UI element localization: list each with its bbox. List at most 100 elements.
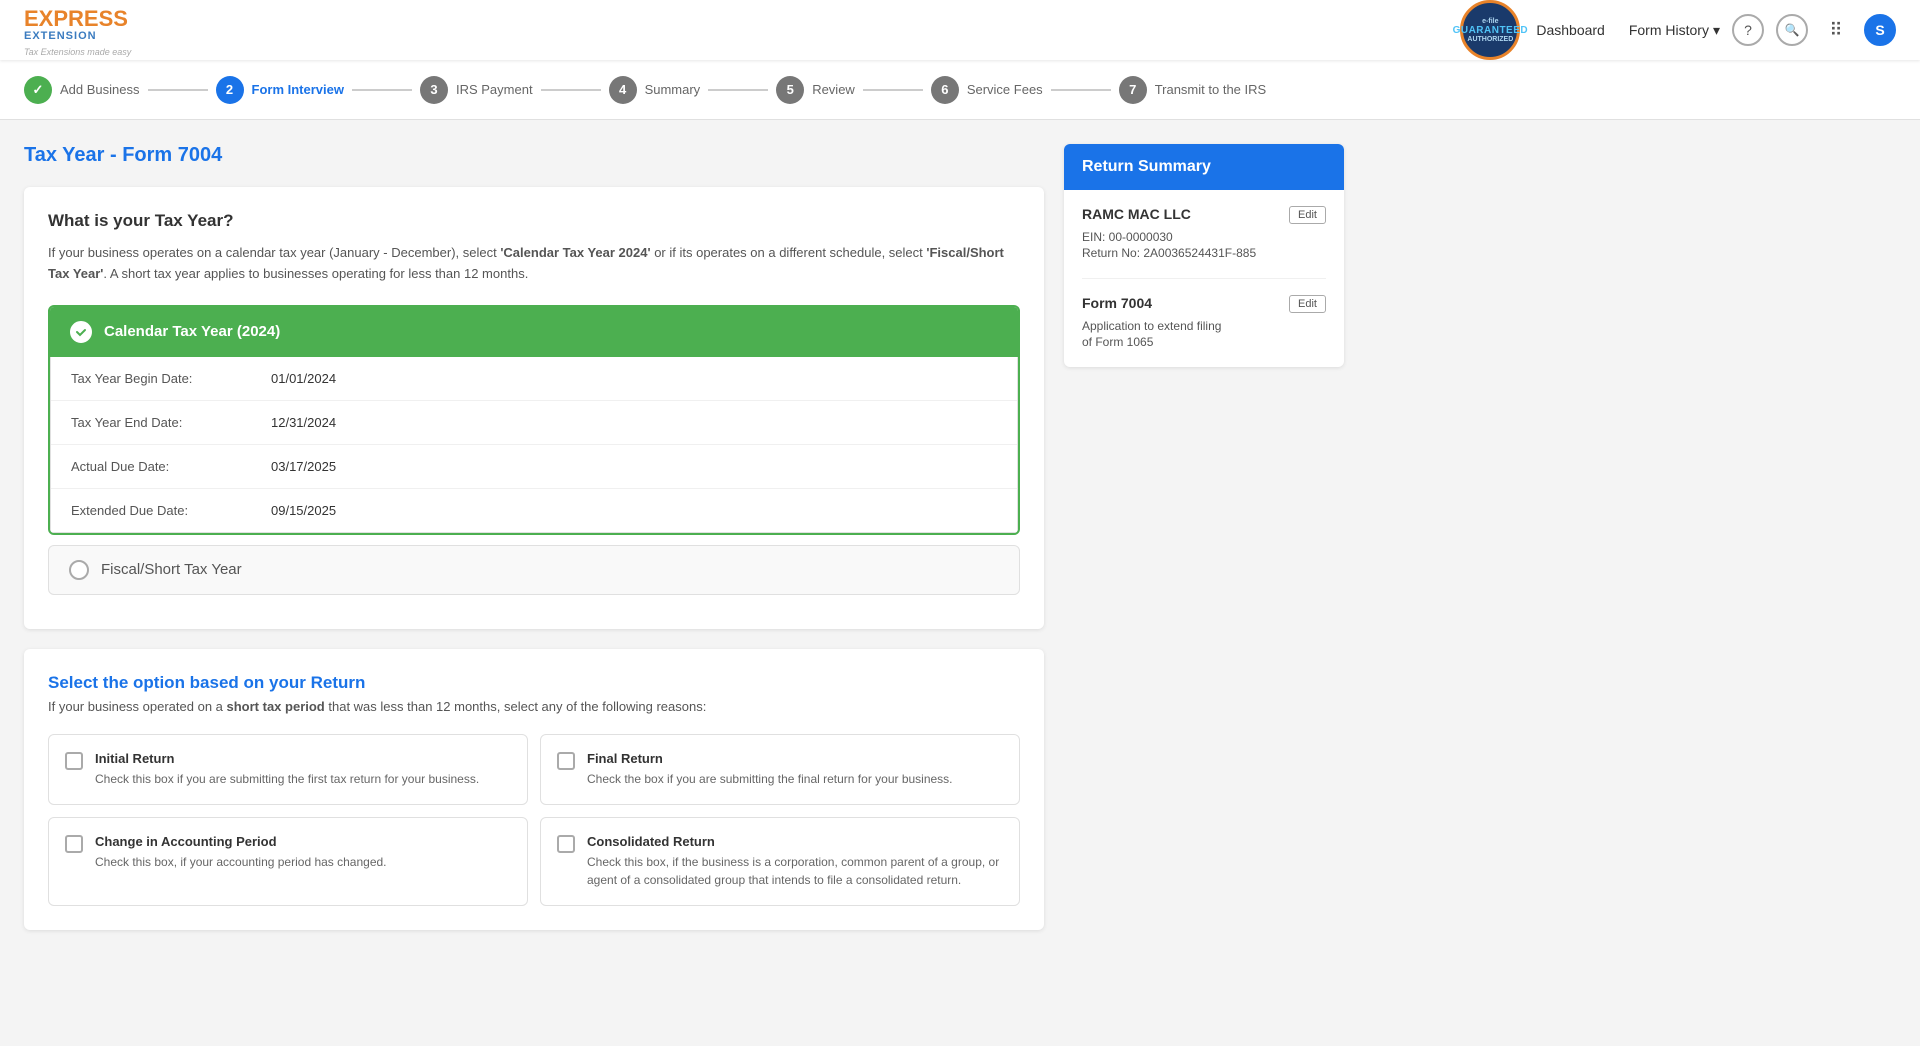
extended-due-date-row: Extended Due Date: 09/15/2025 [51, 489, 1017, 532]
final-return-option[interactable]: Final Return Check the box if you are su… [540, 734, 1020, 805]
step-7[interactable]: 7 Transmit to the IRS [1119, 76, 1267, 104]
content-area: Tax Year - Form 7004 What is your Tax Ye… [24, 144, 1044, 950]
final-return-title: Final Return [587, 751, 953, 766]
return-type-title: Select the option based on your Return [48, 673, 1020, 693]
actual-due-label: Actual Due Date: [71, 459, 271, 474]
sidebar: Return Summary RAMC MAC LLC Edit EIN: 00… [1064, 144, 1344, 950]
step-connector-5 [863, 89, 923, 91]
form-desc1: Application to extend filing [1082, 319, 1326, 333]
step-2[interactable]: 2 Form Interview [216, 76, 344, 104]
tax-year-description: If your business operates on a calendar … [48, 243, 1020, 285]
tax-year-card: What is your Tax Year? If your business … [24, 187, 1044, 629]
step-connector-2 [352, 89, 412, 91]
chevron-down-icon: ▾ [1713, 22, 1720, 39]
return-type-card: Select the option based on your Return I… [24, 649, 1044, 930]
company-edit-button[interactable]: Edit [1289, 206, 1326, 224]
step-connector-6 [1051, 89, 1111, 91]
step-7-circle: 7 [1119, 76, 1147, 104]
form-name: Form 7004 [1082, 295, 1152, 311]
step-2-circle: 2 [216, 76, 244, 104]
step-5-circle: 5 [776, 76, 804, 104]
page-title: Tax Year - Form 7004 [24, 144, 1044, 167]
badge-middle: GUARANTEED [1453, 25, 1529, 36]
checkbox-grid: Initial Return Check this box if you are… [48, 734, 1020, 906]
badge-bottom: AUTHORIZED [1467, 36, 1513, 43]
logo: EXPRESS EXTENSION Tax Extensions made ea… [24, 8, 134, 52]
step-5[interactable]: 5 Review [776, 76, 855, 104]
calendar-tax-year-option[interactable]: Calendar Tax Year (2024) Tax Year Begin … [48, 305, 1020, 535]
help-icon[interactable]: ? [1732, 14, 1764, 46]
fiscal-radio-icon [69, 560, 89, 580]
step-4-circle: 4 [609, 76, 637, 104]
initial-return-desc: Check this box if you are submitting the… [95, 770, 479, 788]
stepper: ✓ Add Business 2 Form Interview 3 IRS Pa… [0, 60, 1920, 120]
form-edit-button[interactable]: Edit [1289, 295, 1326, 313]
form-history-label: Form History [1629, 22, 1709, 38]
consolidated-return-title: Consolidated Return [587, 834, 1003, 849]
company-ein: EIN: 00-0000030 [1082, 230, 1326, 244]
header: EXPRESS EXTENSION Tax Extensions made ea… [0, 0, 1920, 60]
calendar-option-header[interactable]: Calendar Tax Year (2024) [50, 307, 1018, 357]
begin-date-label: Tax Year Begin Date: [71, 371, 271, 386]
step-6-label: Service Fees [967, 82, 1043, 97]
end-date-label: Tax Year End Date: [71, 415, 271, 430]
final-return-checkbox[interactable] [557, 752, 575, 770]
extended-due-label: Extended Due Date: [71, 503, 271, 518]
step-6[interactable]: 6 Service Fees [931, 76, 1043, 104]
initial-return-title: Initial Return [95, 751, 479, 766]
calendar-radio-icon [70, 321, 92, 343]
form-section-header: Form 7004 Edit [1082, 295, 1326, 313]
fiscal-option-header[interactable]: Fiscal/Short Tax Year [49, 546, 1019, 594]
step-3[interactable]: 3 IRS Payment [420, 76, 533, 104]
step-6-circle: 6 [931, 76, 959, 104]
step-connector-4 [708, 89, 768, 91]
company-section: RAMC MAC LLC Edit EIN: 00-0000030 Return… [1082, 206, 1326, 279]
search-icon[interactable]: 🔍 [1776, 14, 1808, 46]
user-avatar[interactable]: S [1864, 14, 1896, 46]
tax-end-date-row: Tax Year End Date: 12/31/2024 [51, 401, 1017, 445]
change-accounting-checkbox[interactable] [65, 835, 83, 853]
step-1-circle: ✓ [24, 76, 52, 104]
guaranteed-badge: e-file GUARANTEED AUTHORIZED [1460, 0, 1520, 60]
tax-year-card-title: What is your Tax Year? [48, 211, 1020, 231]
consolidated-return-desc: Check this box, if the business is a cor… [587, 853, 1003, 889]
step-3-label: IRS Payment [456, 82, 533, 97]
change-accounting-title: Change in Accounting Period [95, 834, 387, 849]
return-summary-body: RAMC MAC LLC Edit EIN: 00-0000030 Return… [1064, 190, 1344, 367]
logo-express: EXPRESS [24, 8, 134, 30]
end-date-value: 12/31/2024 [271, 415, 336, 430]
header-icons: ? 🔍 ⠿ S [1732, 14, 1896, 46]
step-connector-1 [148, 89, 208, 91]
dashboard-link[interactable]: Dashboard [1536, 22, 1605, 38]
form-history-link[interactable]: Form History ▾ [1629, 22, 1720, 39]
fiscal-tax-year-option[interactable]: Fiscal/Short Tax Year [48, 545, 1020, 595]
step-2-label: Form Interview [252, 82, 344, 97]
fiscal-option-label: Fiscal/Short Tax Year [101, 561, 242, 578]
grid-icon[interactable]: ⠿ [1820, 14, 1852, 46]
begin-date-value: 01/01/2024 [271, 371, 336, 386]
calendar-option-body: Tax Year Begin Date: 01/01/2024 Tax Year… [50, 357, 1018, 533]
step-3-circle: 3 [420, 76, 448, 104]
consolidated-return-checkbox[interactable] [557, 835, 575, 853]
header-nav: Dashboard Form History ▾ [1536, 22, 1720, 39]
consolidated-return-option[interactable]: Consolidated Return Check this box, if t… [540, 817, 1020, 906]
step-5-label: Review [812, 82, 855, 97]
initial-return-checkbox[interactable] [65, 752, 83, 770]
final-return-desc: Check the box if you are submitting the … [587, 770, 953, 788]
actual-due-value: 03/17/2025 [271, 459, 336, 474]
extended-due-value: 09/15/2025 [271, 503, 336, 518]
step-connector-3 [541, 89, 601, 91]
badge-top: e-file [1482, 18, 1498, 25]
step-1[interactable]: ✓ Add Business [24, 76, 140, 104]
actual-due-date-row: Actual Due Date: 03/17/2025 [51, 445, 1017, 489]
step-4[interactable]: 4 Summary [609, 76, 701, 104]
return-type-desc: If your business operated on a short tax… [48, 699, 1020, 714]
return-summary-card: Return Summary RAMC MAC LLC Edit EIN: 00… [1064, 144, 1344, 367]
calendar-option-label: Calendar Tax Year (2024) [104, 323, 280, 340]
initial-return-option[interactable]: Initial Return Check this box if you are… [48, 734, 528, 805]
company-section-header: RAMC MAC LLC Edit [1082, 206, 1326, 224]
change-accounting-option[interactable]: Change in Accounting Period Check this b… [48, 817, 528, 906]
tax-begin-date-row: Tax Year Begin Date: 01/01/2024 [51, 357, 1017, 401]
step-4-label: Summary [645, 82, 701, 97]
logo-area: EXPRESS EXTENSION Tax Extensions made ea… [24, 8, 134, 52]
